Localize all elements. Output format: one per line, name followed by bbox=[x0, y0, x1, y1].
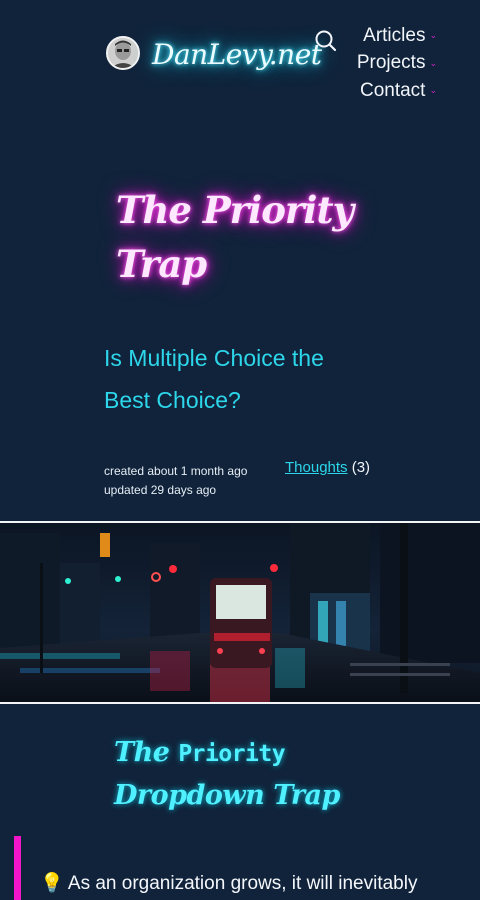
chevron-down-icon: ⌄ bbox=[429, 85, 437, 96]
nav-item-label: Projects bbox=[356, 52, 426, 74]
nav-item-projects[interactable]: Projects ⌄ bbox=[357, 49, 437, 76]
chevron-down-icon: ⌄ bbox=[429, 30, 437, 41]
callout-text: 💡 As an organization grows, it will inev… bbox=[40, 871, 417, 895]
page-subtitle: Is Multiple Choice the Best Choice? bbox=[104, 345, 324, 413]
section-heading: The Priority Dropdown Trap bbox=[114, 732, 414, 817]
blockquote-bar bbox=[14, 836, 21, 900]
post-meta: created about 1 month ago updated 29 day… bbox=[104, 462, 247, 500]
main-nav: Articles ⌄ Projects ⌄ Contact ⌄ bbox=[357, 22, 437, 104]
hero-image bbox=[0, 521, 480, 704]
search-icon[interactable] bbox=[314, 29, 338, 53]
callout-body: As an organization grows, it will inevit… bbox=[67, 873, 418, 894]
site-header: DanLevy.net Articles ⌄ Projects ⌄ Contact ⌄ bbox=[0, 0, 480, 110]
heading-line: Dropdown Trap bbox=[114, 780, 340, 811]
avatar[interactable] bbox=[106, 36, 140, 70]
nav-item-label: Articles bbox=[363, 25, 426, 46]
site-name[interactable]: DanLevy.net bbox=[152, 38, 322, 71]
category-count: (3) bbox=[351, 459, 371, 476]
category-link[interactable]: Thoughts bbox=[285, 459, 348, 476]
updated-date: updated 29 days ago bbox=[104, 483, 217, 497]
nav-item-articles[interactable]: Articles ⌄ bbox=[357, 22, 437, 49]
nav-item-label: Contact bbox=[359, 79, 426, 101]
nav-item-contact[interactable]: Contact ⌄ bbox=[357, 77, 437, 104]
heading-word: The bbox=[114, 737, 170, 768]
lightbulb-icon: 💡 bbox=[40, 873, 64, 894]
created-date: created about 1 month ago bbox=[104, 464, 248, 478]
page-title: The Priority Trap bbox=[116, 188, 354, 286]
category-tag: Thoughts (3) bbox=[285, 459, 370, 476]
chevron-down-icon: ⌄ bbox=[429, 57, 437, 68]
heading-word-code: Priority bbox=[178, 741, 286, 767]
